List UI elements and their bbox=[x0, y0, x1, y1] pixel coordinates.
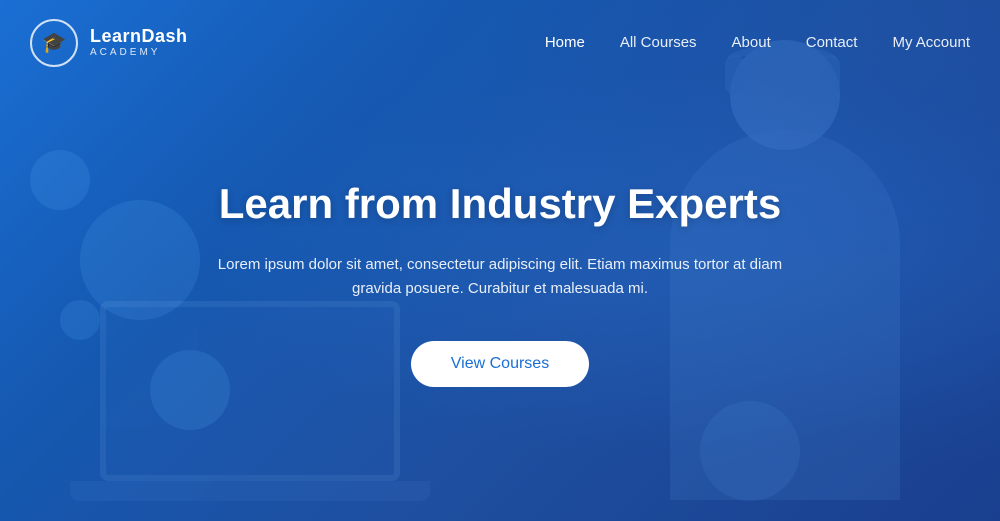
graduation-cap-icon: 🎓 bbox=[42, 30, 67, 55]
hero-title: Learn from Industry Experts bbox=[219, 179, 781, 229]
nav-link-contact[interactable]: Contact bbox=[806, 34, 858, 51]
logo-area: 🎓 LearnDash ACADEMY bbox=[30, 19, 188, 67]
logo-text-area: LearnDash ACADEMY bbox=[90, 27, 188, 58]
nav-item-about: About bbox=[732, 34, 771, 52]
nav-link-home[interactable]: Home bbox=[545, 34, 585, 51]
nav-link-my-account[interactable]: My Account bbox=[892, 34, 970, 51]
nav-link-about[interactable]: About bbox=[732, 34, 771, 51]
view-courses-button[interactable]: View Courses bbox=[411, 341, 589, 387]
nav-item-home: Home bbox=[545, 34, 585, 52]
nav-links: Home All Courses About Contact My Accoun… bbox=[545, 34, 970, 52]
brand-sub: ACADEMY bbox=[90, 47, 188, 58]
hero-content: Learn from Industry Experts Lorem ipsum … bbox=[0, 85, 1000, 521]
nav-item-my-account: My Account bbox=[892, 34, 970, 52]
logo-icon: 🎓 bbox=[30, 19, 78, 67]
brand-name: LearnDash bbox=[90, 27, 188, 47]
navbar: 🎓 LearnDash ACADEMY Home All Courses Abo… bbox=[0, 0, 1000, 85]
hero-section: 🎓 LearnDash ACADEMY Home All Courses Abo… bbox=[0, 0, 1000, 521]
nav-link-all-courses[interactable]: All Courses bbox=[620, 34, 697, 51]
nav-item-contact: Contact bbox=[806, 34, 858, 52]
nav-item-all-courses: All Courses bbox=[620, 34, 697, 52]
hero-subtitle: Lorem ipsum dolor sit amet, consectetur … bbox=[210, 253, 790, 301]
